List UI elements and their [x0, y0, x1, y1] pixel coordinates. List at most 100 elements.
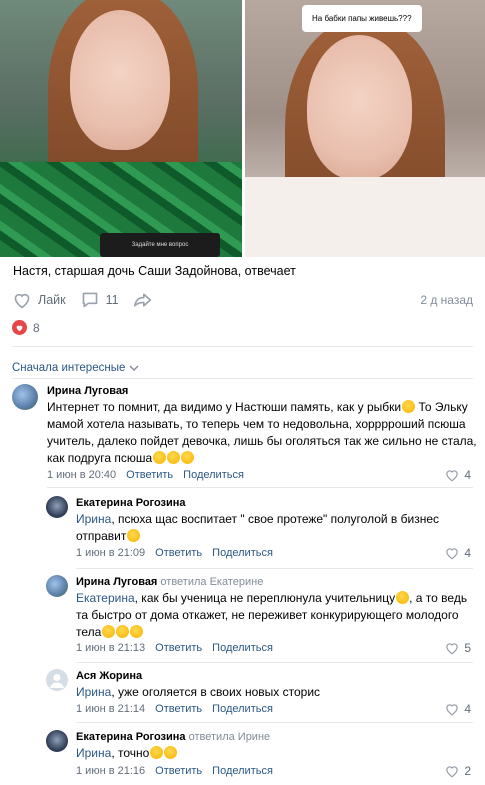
sort-label: Сначала интересные: [12, 362, 126, 374]
red-heart-icon: [12, 320, 27, 335]
heart-icon: [446, 643, 459, 655]
comment-date[interactable]: 1 июн в 21:16: [76, 765, 145, 777]
comment-text: Ирина, псюха щас воспитает " свое протеж…: [76, 511, 476, 545]
comment-icon: [82, 292, 97, 308]
comment-text: Ирина, точно: [76, 745, 476, 762]
reply-button[interactable]: Ответить: [155, 642, 202, 654]
share-link[interactable]: Поделиться: [183, 469, 244, 481]
post-media[interactable]: Задайте мне вопрос На бабки папы живешь?…: [0, 0, 485, 257]
comment-date[interactable]: 1 июн в 20:40: [47, 469, 116, 481]
comment-author[interactable]: Екатерина Рогозина: [76, 497, 186, 509]
mention-link[interactable]: Ирина: [76, 746, 111, 760]
photo-right[interactable]: На бабки папы живешь???: [245, 0, 485, 257]
replied-to[interactable]: ответила Ирине: [189, 731, 271, 743]
comment-likes-count: 5: [464, 641, 471, 655]
comment-like-button[interactable]: 4: [444, 546, 471, 560]
author-name[interactable]: Екатерина Рогозина: [76, 731, 186, 743]
comment-text-part: Интернет то помнит, да видимо у Настюши …: [47, 400, 402, 414]
photo-left[interactable]: Задайте мне вопрос: [0, 0, 242, 257]
wink-emoji-icon: [402, 400, 416, 413]
comment-date[interactable]: 1 июн в 21:13: [76, 642, 145, 654]
comment-author[interactable]: Ирина Луговая ответила Екатерине: [76, 576, 263, 588]
sort-dropdown[interactable]: Сначала интересные: [12, 362, 139, 374]
avatar[interactable]: [46, 575, 68, 597]
share-button[interactable]: [133, 291, 159, 309]
comment-author[interactable]: Ася Жорина: [76, 670, 142, 682]
comment-author[interactable]: Ирина Луговая: [47, 385, 128, 397]
comment-text: Ирина, уже оголяется в своих новых стори…: [76, 684, 476, 701]
heart-icon: [446, 704, 459, 716]
avatar[interactable]: [46, 730, 68, 752]
comment-like-button[interactable]: 4: [444, 468, 471, 482]
share-link[interactable]: Поделиться: [212, 547, 273, 559]
mention-link[interactable]: Ирина: [76, 512, 111, 526]
like-label: Лайк: [38, 293, 66, 307]
reply-button[interactable]: Ответить: [155, 547, 202, 559]
comment-meta: 1 июн в 21:13 Ответить Поделиться: [76, 642, 283, 654]
share-link[interactable]: Поделиться: [212, 765, 273, 777]
comment-date[interactable]: 1 июн в 21:09: [76, 547, 145, 559]
share-link[interactable]: Поделиться: [212, 642, 273, 654]
likes-summary[interactable]: 8: [12, 320, 40, 335]
comment-text-part: , уже оголяется в своих новых сторис: [111, 685, 321, 699]
avatar[interactable]: [46, 669, 68, 691]
comments-count: 11: [105, 293, 119, 307]
comment-reply: Ася Жорина Ирина, уже оголяется в своих …: [0, 663, 485, 721]
comment-like-button[interactable]: 5: [444, 641, 471, 655]
comment: Ирина Луговая Интернет то помнит, да вид…: [0, 380, 485, 490]
comment-reply: Екатерина Рогозина ответила Ирине Ирина,…: [0, 724, 485, 784]
divider: [47, 487, 473, 488]
face-shape: [307, 35, 412, 180]
comment-like-button[interactable]: 2: [444, 764, 471, 778]
laugh-emoji-icon: [130, 625, 144, 638]
laugh-emoji-icon: [116, 625, 130, 638]
post-time[interactable]: 2 д назад: [420, 293, 473, 307]
reply-button[interactable]: Ответить: [155, 703, 202, 715]
laugh-emoji-icon: [167, 451, 181, 464]
likes-count: 8: [33, 320, 40, 335]
question-sticker: На бабки папы живешь???: [302, 5, 422, 32]
mention-link[interactable]: Екатерина: [76, 591, 135, 605]
comment-like-button[interactable]: 4: [444, 702, 471, 716]
chevron-down-icon: [129, 365, 139, 371]
share-link[interactable]: Поделиться: [212, 703, 273, 715]
mention-link[interactable]: Ирина: [76, 685, 111, 699]
heart-icon: [14, 293, 30, 309]
author-name[interactable]: Екатерина Рогозина: [76, 497, 186, 509]
face-shape: [70, 10, 170, 150]
avatar[interactable]: [12, 384, 38, 410]
comment-likes-count: 2: [464, 764, 471, 778]
post-text: Настя, старшая дочь Саши Задойнова, отве…: [13, 264, 296, 278]
laugh-emoji-icon: [153, 451, 167, 464]
story-question-sticker: Задайте мне вопрос: [100, 233, 220, 257]
avatar[interactable]: [46, 496, 68, 518]
author-name[interactable]: Ирина Луговая: [47, 385, 128, 397]
comment-meta: 1 июн в 21:16 Ответить Поделиться: [76, 765, 283, 777]
smirk-emoji-icon: [150, 746, 164, 759]
heart-icon: [446, 548, 459, 560]
reply-button[interactable]: Ответить: [126, 469, 173, 481]
comment-text: Екатерина, как бы ученица не переплюнула…: [76, 590, 476, 641]
smirk-emoji-icon: [164, 746, 178, 759]
comment-author[interactable]: Екатерина Рогозина ответила Ирине: [76, 731, 270, 743]
story-prompt-text: Задайте мне вопрос: [131, 242, 189, 248]
comment-text-part: , как бы ученица не переплюнула учительн…: [134, 591, 396, 605]
heart-icon: [446, 766, 459, 778]
author-name[interactable]: Ирина Луговая: [76, 576, 157, 588]
laugh-emoji-icon: [181, 451, 195, 464]
like-button[interactable]: Лайк: [12, 291, 66, 309]
comment-likes-count: 4: [464, 702, 471, 716]
comments-button[interactable]: 11: [80, 291, 119, 309]
comment-likes-count: 4: [464, 468, 471, 482]
reply-button[interactable]: Ответить: [155, 765, 202, 777]
white-shirt-shape: [245, 177, 485, 257]
tongue-emoji-icon: [396, 591, 410, 604]
divider: [76, 722, 473, 723]
comment-text-part: , точно: [111, 746, 150, 760]
replied-to[interactable]: ответила Екатерине: [160, 576, 263, 588]
comment-date[interactable]: 1 июн в 21:14: [76, 703, 145, 715]
author-name[interactable]: Ася Жорина: [76, 670, 142, 682]
comment-reply: Ирина Луговая ответила Екатерине Екатери…: [0, 569, 485, 661]
heart-icon: [446, 470, 459, 482]
question-text: На бабки папы живешь???: [312, 14, 412, 23]
